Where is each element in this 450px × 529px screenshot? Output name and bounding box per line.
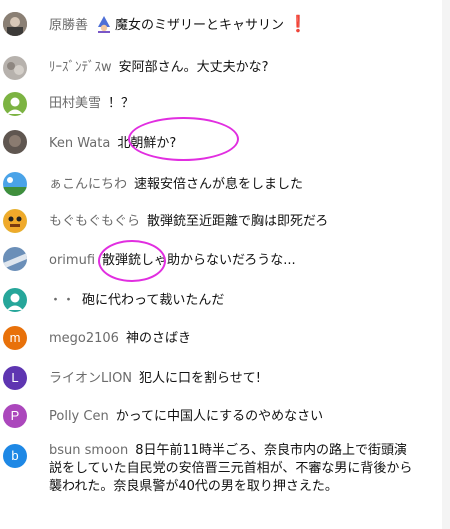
avatar[interactable] xyxy=(3,12,27,36)
wizard-emoji-icon xyxy=(95,15,113,33)
author-name[interactable]: ・・ xyxy=(49,293,75,308)
message-text: 速報安倍さんが息をしました xyxy=(134,177,304,192)
chat-message: ・・ 砲に代わって裁いたんだ xyxy=(0,288,420,316)
chat-message: P Polly Cen かってに中国人にするのやめなさい xyxy=(0,404,420,432)
chat-message: もぐもぐもぐら 散弾銃至近距離で胸は即死だろ xyxy=(0,209,420,237)
message-text: 安阿部さん。大丈夫かな? xyxy=(118,60,269,75)
author-name[interactable]: 原勝善 xyxy=(49,18,88,33)
avatar[interactable]: b xyxy=(3,444,27,468)
chat-message: orimufi 散弾銃しゃ助からないだろうな... xyxy=(0,247,420,275)
author-name[interactable]: ぁこんにちわ xyxy=(49,177,127,192)
avatar[interactable]: m xyxy=(3,326,27,350)
avatar[interactable] xyxy=(3,56,27,80)
author-name[interactable]: bsun smoon xyxy=(49,443,128,458)
author-name[interactable]: 田村美雪 xyxy=(49,96,101,111)
avatar[interactable] xyxy=(3,288,27,312)
chat-message: L ライオンLION 犯人に口を割らせて! xyxy=(0,366,420,394)
avatar[interactable]: L xyxy=(3,366,27,390)
chat-message: ぁこんにちわ 速報安倍さんが息をしました xyxy=(0,172,420,200)
avatar[interactable] xyxy=(3,247,27,271)
exclamation-emoji-icon: ❗ xyxy=(288,14,308,33)
chat-message: 田村美雪 ！？ xyxy=(0,92,420,120)
author-name[interactable]: ﾘｰｽﾞﾝﾃﾞｽw xyxy=(49,60,112,75)
message-text: ！？ xyxy=(108,96,135,111)
avatar[interactable] xyxy=(3,130,27,154)
message-text: 魔女のミザリーとキャサリン xyxy=(115,18,285,33)
message-text: 散弾銃至近距離で胸は即死だろ xyxy=(147,214,329,229)
scrollbar[interactable] xyxy=(442,0,450,529)
message-text: 神のさばき xyxy=(125,331,191,346)
author-name[interactable]: mego2106 xyxy=(49,331,119,346)
author-name[interactable]: orimufi xyxy=(49,253,95,268)
chat-message: b bsun smoon 8日午前11時半ごろ、奈良市内の路上で街頭演説をしていた… xyxy=(0,443,420,524)
author-name[interactable]: Ken Wata xyxy=(49,136,110,151)
author-name[interactable]: ライオンLION xyxy=(49,371,132,386)
message-text: 散弾銃しゃ助からないだろうな... xyxy=(102,253,296,268)
avatar[interactable] xyxy=(3,92,27,116)
chat-message: 原勝善 魔女のミザリーとキャサリン ❗ xyxy=(0,10,420,38)
message-text: 砲に代わって裁いたんだ xyxy=(82,293,225,308)
message-text: 犯人に口を割らせて! xyxy=(139,371,261,386)
chat-message: ﾘｰｽﾞﾝﾃﾞｽw 安阿部さん。大丈夫かな? xyxy=(0,56,420,84)
avatar[interactable] xyxy=(3,172,27,196)
message-text: 北朝鮮か? xyxy=(117,136,177,151)
live-chat-list: 原勝善 魔女のミザリーとキャサリン ❗ ﾘｰｽﾞﾝﾃﾞｽw 安阿部さん。大丈夫かな? … xyxy=(0,0,450,529)
author-name[interactable]: もぐもぐもぐら xyxy=(49,214,140,229)
avatar[interactable]: P xyxy=(3,404,27,428)
chat-message: Ken Wata 北朝鮮か? xyxy=(0,130,420,158)
author-name[interactable]: Polly Cen xyxy=(49,409,109,424)
message-text: かってに中国人にするのやめなさい xyxy=(115,409,324,424)
avatar[interactable] xyxy=(3,209,27,233)
chat-message: m mego2106 神のさばき xyxy=(0,326,420,354)
